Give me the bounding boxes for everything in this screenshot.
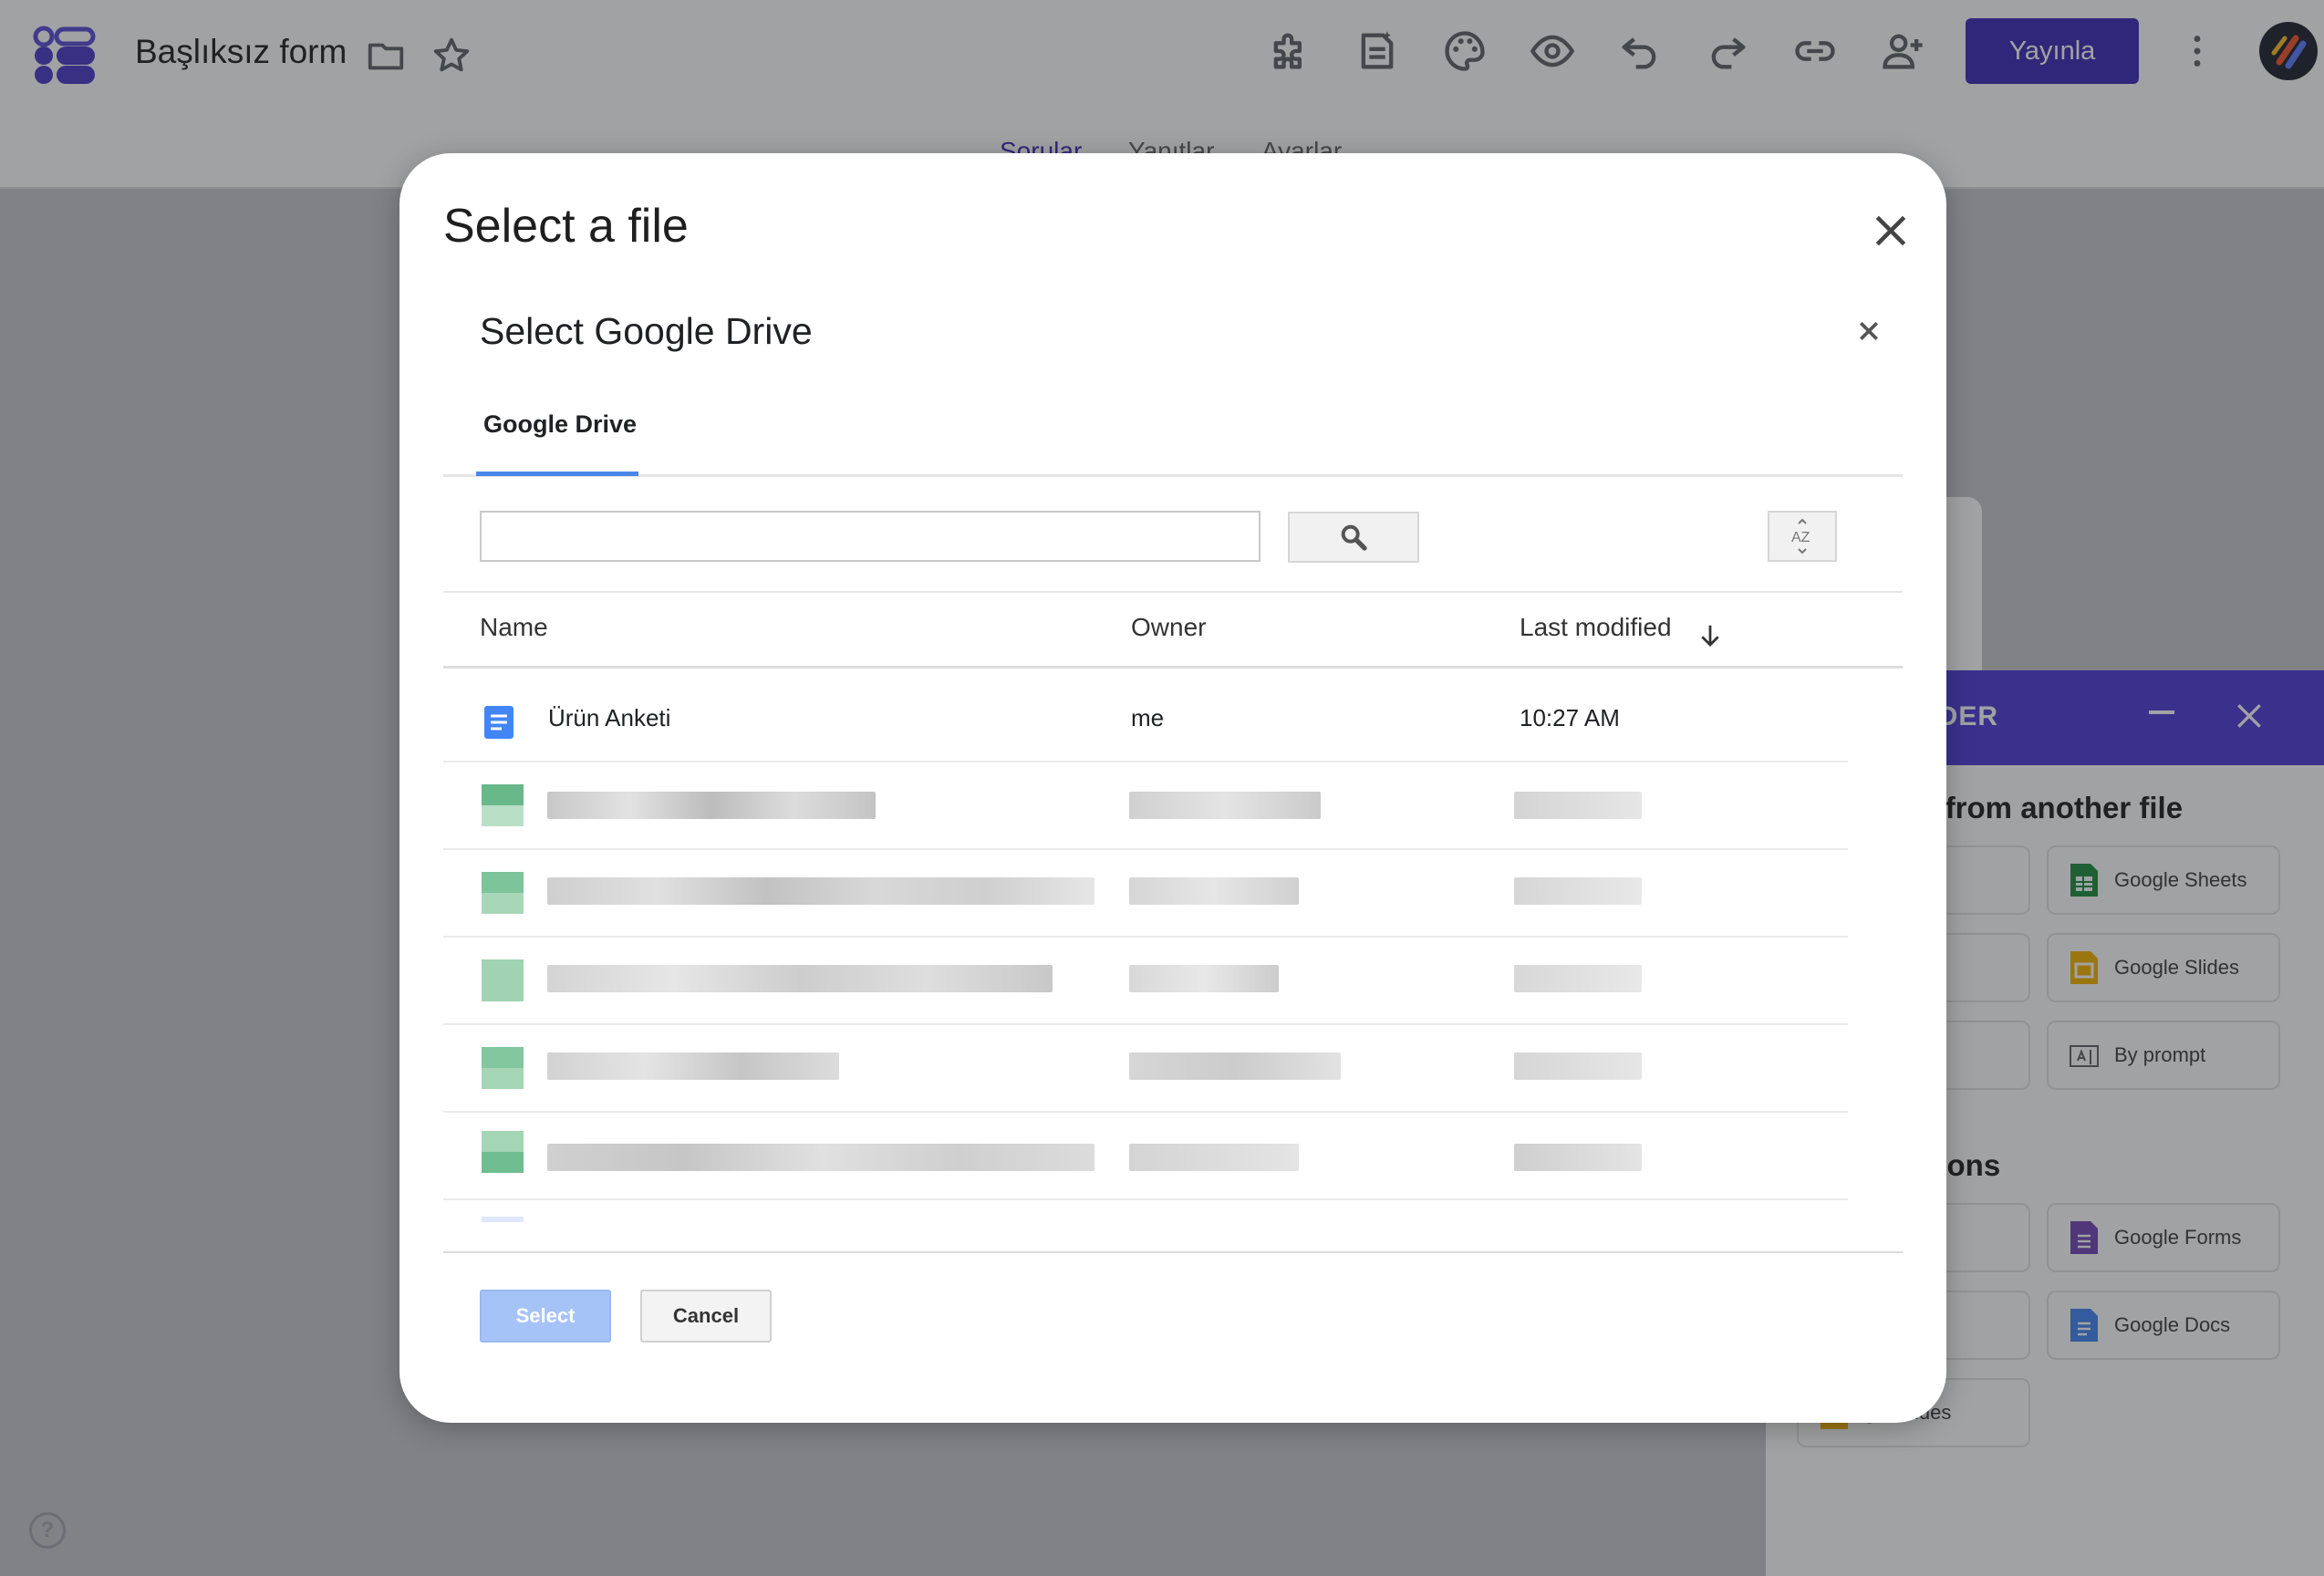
help-icon[interactable]: ?: [29, 1512, 66, 1549]
google-sheets-icon: [482, 1131, 524, 1173]
google-sheets-icon: [482, 872, 524, 914]
picker-close-icon[interactable]: [1857, 319, 1881, 343]
column-header-bottom-line: [443, 666, 1903, 669]
list-item[interactable]: [443, 1025, 1848, 1113]
sort-desc-arrow-icon[interactable]: [1696, 622, 1724, 649]
svg-text:AZ: AZ: [1791, 530, 1810, 545]
tab-divider: [443, 474, 1903, 477]
tab-google-drive[interactable]: Google Drive: [483, 410, 637, 439]
column-header-name[interactable]: Name: [480, 613, 548, 642]
dialog-title: Select a file: [443, 200, 689, 253]
search-button[interactable]: [1288, 512, 1419, 563]
google-docs-icon: [482, 1217, 524, 1222]
list-item[interactable]: [443, 1113, 1848, 1200]
list-item[interactable]: [443, 1200, 1848, 1222]
list-item[interactable]: [443, 938, 1848, 1025]
file-name: Ürün Anketi: [548, 704, 671, 731]
select-file-dialog: Select a file Select Google Drive Google…: [399, 153, 1946, 1423]
column-header-last-modified[interactable]: Last modified: [1520, 613, 1672, 642]
search-icon: [1341, 524, 1367, 551]
sort-az-button[interactable]: AZ: [1768, 511, 1837, 562]
list-item[interactable]: [443, 762, 1848, 850]
column-header-top-line: [443, 591, 1903, 593]
list-item[interactable]: Ürün Anketi me 10:27 AM: [443, 675, 1848, 762]
close-icon[interactable]: [1868, 208, 1914, 254]
file-owner: me: [1131, 704, 1165, 731]
cancel-button[interactable]: Cancel: [640, 1290, 772, 1343]
file-list: Ürün Anketi me 10:27 AM: [443, 675, 1903, 1222]
active-tab-indicator: [476, 472, 638, 476]
google-docs-icon: [483, 704, 514, 741]
google-sheets-icon: [482, 959, 524, 1001]
sort-az-icon: AZ: [1791, 518, 1810, 555]
column-header-owner[interactable]: Owner: [1131, 613, 1206, 642]
select-button[interactable]: Select: [480, 1290, 611, 1343]
search-input[interactable]: [480, 511, 1261, 562]
list-bottom-line: [443, 1251, 1903, 1253]
file-modified: 10:27 AM: [1520, 704, 1620, 731]
google-sheets-icon: [482, 784, 524, 826]
picker-title: Select Google Drive: [480, 310, 813, 352]
list-item[interactable]: [443, 850, 1848, 938]
google-sheets-icon: [482, 1047, 524, 1089]
